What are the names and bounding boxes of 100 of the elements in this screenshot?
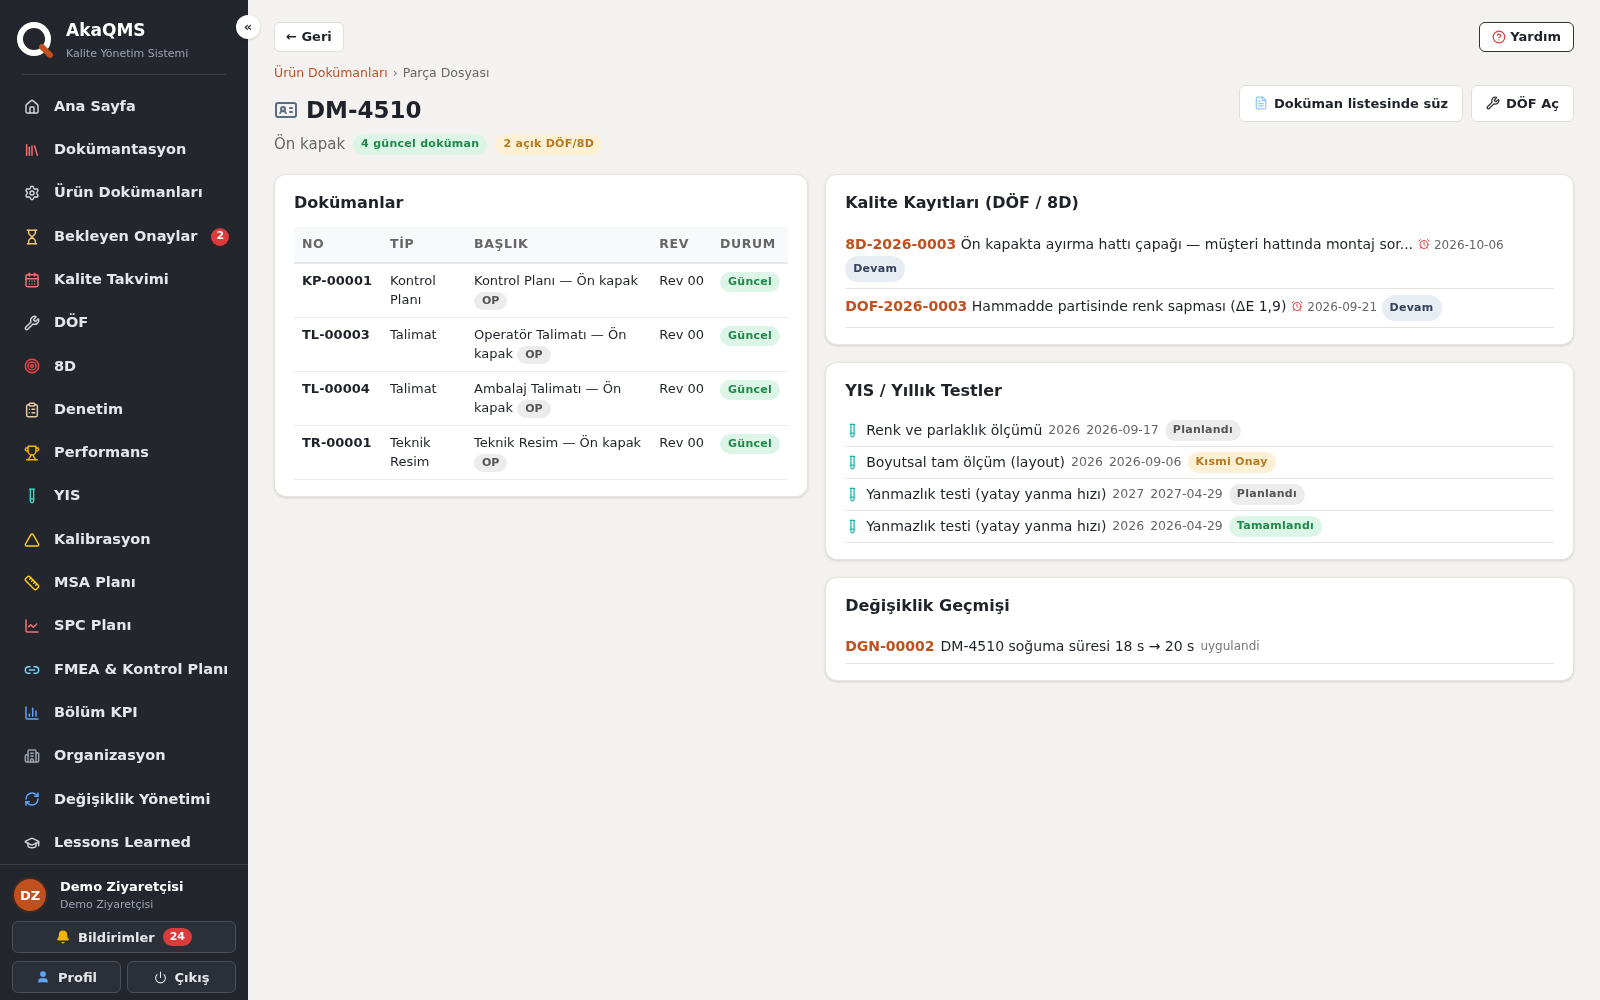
- user-name: Demo Ziyaretçisi: [60, 878, 184, 897]
- column-header: REV: [651, 226, 713, 263]
- breadcrumb-link[interactable]: Ürün Dokümanları: [274, 64, 388, 83]
- line-chart-icon: [24, 618, 40, 635]
- breadcrumb-separator: ›: [392, 64, 398, 82]
- bar-chart-icon: [24, 704, 40, 721]
- record-title: Ön kapakta ayırma hattı çapağı — müşteri hattında montaj sor...: [960, 235, 1414, 252]
- ruler-icon: [24, 574, 40, 591]
- sidebar-item[interactable]: Ana Sayfa: [0, 85, 248, 129]
- status-pill: Güncel: [720, 271, 781, 292]
- gear-icon: [24, 185, 40, 202]
- table-cell: TL-00004: [294, 371, 382, 425]
- table-cell: TL-00003: [294, 317, 382, 371]
- test-name: Boyutsal tam ölçüm (layout): [866, 452, 1066, 472]
- table-cell: Ambalaj Talimatı — Ön kapak OP: [466, 371, 652, 425]
- logo-icon: [16, 21, 54, 59]
- breadcrumb-current: Parça Dosyası: [402, 64, 490, 82]
- sidebar-item[interactable]: Performans: [0, 431, 248, 475]
- app-name: AkaQMS: [66, 19, 147, 42]
- status-pill: Güncel: [720, 379, 781, 400]
- status-pill: Güncel: [720, 433, 781, 454]
- sidebar-item[interactable]: YIS: [0, 474, 248, 518]
- table-cell: Rev 00: [651, 425, 713, 479]
- action-button[interactable]: DÖF Aç: [1471, 84, 1574, 122]
- sidebar-item[interactable]: Denetim: [0, 388, 248, 432]
- table-cell: Rev 00: [651, 262, 713, 317]
- status-pill: Güncel: [720, 325, 781, 346]
- status-pill: Planlandı: [1164, 420, 1242, 441]
- sidebar-item[interactable]: SPC Planı: [0, 604, 248, 648]
- table-cell: Kontrol Planı — Ön kapak OP: [466, 262, 652, 317]
- due-date: 2026-09-21: [1307, 299, 1378, 314]
- sidebar-item[interactable]: Dokümantasyon: [0, 128, 248, 172]
- sidebar-item[interactable]: Ürün Dokümanları: [0, 171, 248, 215]
- sidebar-item[interactable]: Bölüm KPI: [0, 691, 248, 735]
- sidebar-item[interactable]: Kalibrasyon: [0, 517, 248, 562]
- table-cell: TR-00001: [294, 425, 382, 479]
- sidebar-item[interactable]: FMEA & Kontrol Planı: [0, 647, 248, 692]
- sidebar-item[interactable]: MSA Planı: [0, 561, 248, 605]
- change-description: DM-4510 soğuma süresi 18 s → 20 s: [940, 636, 1195, 656]
- user-role: Demo Ziyaretçisi: [60, 896, 155, 913]
- collapse-button[interactable]: «: [236, 15, 260, 39]
- table-cell: Rev 00: [651, 371, 713, 425]
- tools-icon: [24, 315, 40, 332]
- summary-badge: 2 açık DÖF/8D: [495, 134, 603, 155]
- column-header: DURUM: [712, 226, 789, 263]
- column-header: BAŞLIK: [466, 226, 652, 263]
- alarm-clock-icon: [1290, 299, 1303, 312]
- column-header: NO: [294, 226, 382, 263]
- sidebar-item[interactable]: 8D: [0, 344, 248, 389]
- calendar-icon: [24, 271, 40, 288]
- document-icon: [1253, 96, 1268, 111]
- sidebar-item[interactable]: Lessons Learned: [0, 821, 248, 865]
- card-title: Kalite Kayıtları (DÖF / 8D): [845, 191, 1080, 214]
- test-date: 2026-09-06: [1108, 452, 1182, 471]
- table-cell: Teknik Resim: [382, 425, 466, 479]
- table-cell: Talimat: [382, 371, 466, 425]
- back-button[interactable]: ← Geri: [274, 22, 344, 52]
- test-date: 2027-04-29: [1150, 484, 1223, 503]
- sidebar-item[interactable]: Organizasyon: [0, 734, 248, 778]
- refresh-icon: [24, 791, 40, 808]
- sidebar-item[interactable]: Bekleyen Onaylar 2: [0, 214, 248, 259]
- building-icon: [24, 748, 40, 765]
- logout-button[interactable]: Çıkış: [127, 961, 236, 994]
- user-avatar: DZ: [12, 877, 48, 914]
- app-subtitle: Kalite Yönetim Sistemi: [66, 45, 189, 62]
- notifications-button[interactable]: Bildirimler 24: [12, 921, 236, 954]
- table-cell: Rev 00: [651, 317, 713, 371]
- test-name: Yanmazlık testi (yatay yanma hızı): [866, 484, 1107, 504]
- status-pill: Planlandı: [1228, 484, 1306, 505]
- sidebar-item[interactable]: Kalite Takvimi: [0, 258, 248, 302]
- test-year: 2027: [1112, 484, 1145, 503]
- record-link[interactable]: 8D-2026-0003: [845, 235, 957, 252]
- sidebar-item[interactable]: DÖF: [0, 301, 248, 345]
- page-title: DM-4510: [306, 95, 422, 125]
- due-date: 2026-10-06: [1434, 237, 1504, 252]
- status-pill: Devam: [1381, 294, 1442, 321]
- help-button[interactable]: Yardım: [1479, 22, 1574, 52]
- count-badge: 2: [211, 227, 230, 246]
- user-icon: [36, 970, 50, 985]
- action-button[interactable]: Doküman listesinde süz: [1238, 84, 1463, 122]
- table-cell: KP-00001: [294, 262, 382, 317]
- change-link[interactable]: DGN-00002: [845, 635, 935, 657]
- count-badge: 24: [162, 928, 192, 947]
- record-title: Hammadde partisinde renk sapması (ΔE 1,9): [971, 297, 1287, 314]
- clipboard-icon: [24, 401, 40, 418]
- table-cell: Operatör Talimatı — Ön kapak OP: [466, 317, 652, 371]
- status-pill: Devam: [845, 255, 906, 282]
- test-year: 2026: [1048, 420, 1081, 439]
- profile-button[interactable]: Profil: [12, 961, 121, 994]
- test-name: Yanmazlık testi (yatay yanma hızı): [866, 516, 1107, 536]
- bell-icon: [56, 930, 70, 945]
- test-date: 2026-04-29: [1150, 516, 1223, 535]
- target-icon: [24, 358, 40, 375]
- test-year: 2026: [1071, 452, 1103, 471]
- card-title: Dokümanlar: [294, 191, 405, 214]
- alarm-clock-icon: [1417, 237, 1430, 250]
- test-year: 2026: [1112, 516, 1145, 535]
- record-link[interactable]: DOF-2026-0003: [845, 297, 968, 314]
- sidebar-item[interactable]: Değişiklik Yönetimi: [0, 777, 248, 822]
- test-date: 2026-09-17: [1086, 420, 1159, 439]
